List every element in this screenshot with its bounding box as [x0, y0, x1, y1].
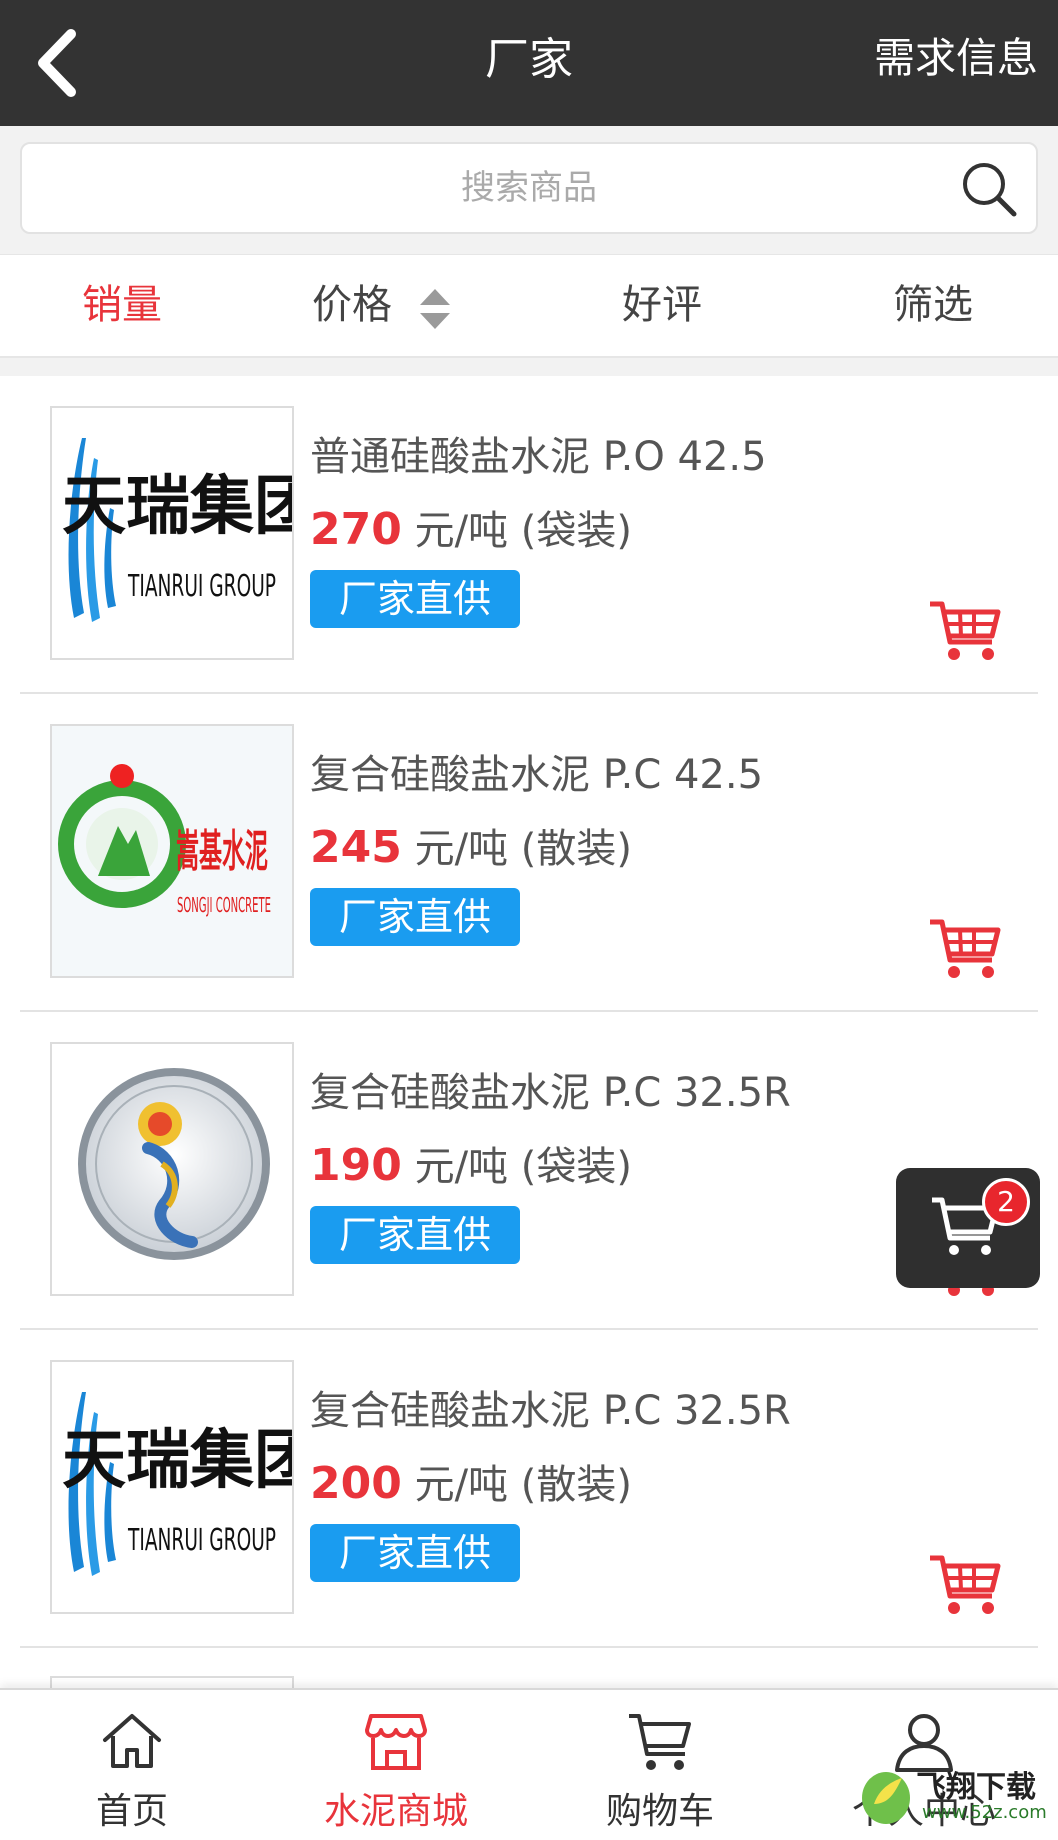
product-price-line: 270 元/吨 (袋装) [310, 498, 632, 556]
add-to-cart-icon[interactable] [928, 1552, 1002, 1616]
svg-text:SONGJI CONCRETE: SONGJI CONCRETE [177, 893, 271, 917]
floating-cart-button[interactable]: 2 [896, 1168, 1040, 1288]
svg-text:天瑞集团: 天瑞集团 [62, 470, 294, 544]
product-item[interactable]: 天瑞集团 TIANRUI GROUP 复合硅酸盐水泥 P.C 32.5R 200… [20, 1330, 1038, 1648]
nav-cement-mall[interactable]: 水泥商城 [264, 1690, 528, 1840]
product-logo: 嵩基水泥 SONGJI CONCRETE [50, 724, 294, 978]
cart-count-badge: 2 [982, 1178, 1030, 1226]
product-price: 270 [310, 504, 402, 555]
tianrui-logo: 天瑞集团 TIANRUI GROUP [62, 1392, 294, 1576]
product-price: 200 [310, 1458, 402, 1509]
search-placeholder: 搜索商品 [461, 168, 597, 208]
nav-home-label: 首页 [95, 1791, 168, 1832]
demand-info-link[interactable]: 需求信息 [874, 0, 1038, 126]
product-list: 天瑞集团 TIANRUI GROUP 普通硅酸盐水泥 P.O 42.5 270 … [0, 376, 1058, 1716]
store-icon [365, 1714, 427, 1770]
product-item[interactable]: 嵩基水泥 SONGJI CONCRETE 复合硅酸盐水泥 P.C 42.5 24… [20, 694, 1038, 1012]
product-price-line: 245 元/吨 (散装) [310, 816, 632, 874]
supplier-tag: 厂家直供 [310, 1524, 520, 1582]
product-name: 复合硅酸盐水泥 P.C 42.5 [310, 752, 764, 798]
watermark-text: 飞翔下载 [916, 1770, 1036, 1805]
sort-rating[interactable]: 好评 [622, 255, 702, 359]
sort-filter[interactable]: 筛选 [893, 255, 973, 359]
sort-arrows-icon[interactable] [418, 287, 452, 331]
product-name: 复合硅酸盐水泥 P.C 32.5R [310, 1070, 791, 1116]
tianrui-logo: 天瑞集团 TIANRUI GROUP [62, 438, 294, 622]
product-logo [50, 1042, 294, 1296]
search-input[interactable]: 搜索商品 [20, 142, 1038, 234]
svg-text:TIANRUI GROUP: TIANRUI GROUP [127, 1523, 276, 1558]
product-logo: 天瑞集团 TIANRUI GROUP [50, 1360, 294, 1614]
svg-text:TIANRUI GROUP: TIANRUI GROUP [127, 569, 276, 604]
cart-icon [629, 1714, 691, 1770]
sort-bar: 销量 价格 好评 筛选 [0, 254, 1058, 358]
product-item[interactable]: 天瑞集团 TIANRUI GROUP 普通硅酸盐水泥 P.O 42.5 270 … [20, 376, 1038, 694]
nav-home[interactable]: 首页 [0, 1690, 264, 1840]
home-icon [103, 1714, 161, 1768]
supplier-tag: 厂家直供 [310, 570, 520, 628]
svg-text:天瑞集团: 天瑞集团 [62, 1424, 294, 1498]
nav-cement-mall-label: 水泥商城 [323, 1791, 468, 1832]
songji-logo: 嵩基水泥 SONGJI CONCRETE [58, 764, 271, 917]
site-watermark: 飞翔下载 www.52z.com [856, 1760, 1052, 1836]
back-button[interactable] [18, 20, 98, 106]
nav-cart[interactable]: 购物车 [528, 1690, 792, 1840]
product-price-line: 190 元/吨 (袋装) [310, 1134, 632, 1192]
nav-cart-label: 购物车 [605, 1791, 714, 1832]
product-price-line: 200 元/吨 (散装) [310, 1452, 632, 1510]
product-unit: 元/吨 (袋装) [414, 1144, 632, 1190]
product-price: 190 [310, 1140, 402, 1191]
svg-text:嵩基水泥: 嵩基水泥 [176, 826, 268, 877]
leaf-logo-icon [862, 1772, 910, 1824]
product-unit: 元/吨 (袋装) [414, 508, 632, 554]
product-item[interactable]: 复合硅酸盐水泥 P.C 32.5R 190 元/吨 (袋装) 厂家直供 [20, 1012, 1038, 1330]
chevron-left-icon [38, 29, 76, 97]
app-header: 厂家 需求信息 [0, 0, 1058, 126]
add-to-cart-icon[interactable] [928, 598, 1002, 662]
sort-price[interactable]: 价格 [312, 255, 392, 359]
supplier-tag: 厂家直供 [310, 1206, 520, 1264]
search-icon[interactable] [960, 160, 1018, 218]
add-to-cart-icon[interactable] [928, 916, 1002, 980]
product-unit: 元/吨 (散装) [414, 826, 632, 872]
sort-sales[interactable]: 销量 [82, 255, 162, 359]
product-unit: 元/吨 (散装) [414, 1462, 632, 1508]
watermark-url: www.52z.com [922, 1802, 1047, 1823]
product-name: 复合硅酸盐水泥 P.C 32.5R [310, 1388, 791, 1434]
product-logo: 天瑞集团 TIANRUI GROUP [50, 406, 294, 660]
search-bar: 搜索商品 [0, 126, 1058, 254]
supplier-tag: 厂家直供 [310, 888, 520, 946]
list-divider [0, 358, 1058, 376]
product-price: 245 [310, 822, 402, 873]
emblem-logo [78, 1068, 270, 1260]
product-name: 普通硅酸盐水泥 P.O 42.5 [310, 434, 767, 480]
